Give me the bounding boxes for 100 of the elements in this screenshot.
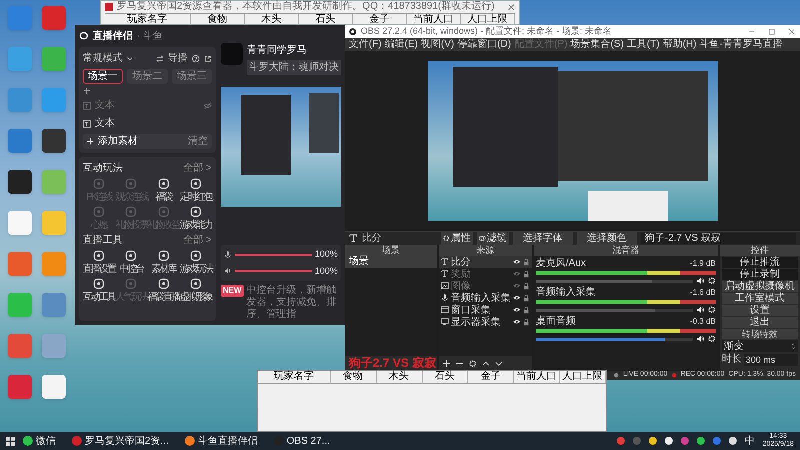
caret-icon[interactable] [127,56,133,62]
help-icon[interactable] [192,54,200,62]
move-up-icon[interactable] [482,360,490,368]
taskbar-app[interactable]: OBS 27... [274,434,338,448]
control-button[interactable]: 设置 [722,305,798,316]
feature-button[interactable]: 素材库 [148,250,180,275]
feature-button[interactable]: 直播设置 [83,250,116,275]
source-item[interactable]: 显示器采集 [451,314,511,330]
transition-dropdown[interactable]: 渐变 [722,340,798,352]
properties-button[interactable]: 属性 [441,231,473,246]
eye-icon[interactable] [513,258,521,266]
scene-tab[interactable]: 场景一 [83,69,124,84]
popout-icon[interactable] [204,54,212,62]
volume-slider[interactable] [235,254,312,256]
control-button[interactable]: 停止推流 [722,257,798,268]
eye-icon[interactable] [513,306,521,314]
see-all-link[interactable]: 全部 > [183,233,212,248]
menu-item[interactable]: 停靠窗口(D) [457,38,512,50]
window-title: OBS 27.2.4 (64-bit, windows) - 配置文件: 未命名 - 场景: 未命名 [361,24,614,38]
column-header: 人口上限 [560,371,606,383]
app-shortcut-icon[interactable] [8,170,32,194]
source-item[interactable]: 奖励 [451,266,511,282]
control-button[interactable]: 退出 [722,317,798,328]
volume-slider[interactable] [536,338,693,340]
lock-icon[interactable] [523,270,530,278]
settings-icon[interactable] [708,277,716,285]
source-item[interactable]: 图像 [451,278,511,294]
guide-button[interactable]: 导播 [168,51,188,66]
lock-icon[interactable] [523,294,530,302]
lock-icon[interactable] [523,306,530,314]
notice-text[interactable]: 中控台升级，新增触发器，支持减免、排序、管理指 [246,285,341,321]
menu-item[interactable]: 斗鱼-青青罗马直播 [700,38,784,50]
feature-button[interactable]: 定时红包 [180,178,212,203]
menu-item[interactable]: 场景集合(S) [570,38,624,50]
window-icon [441,306,449,314]
add-icon[interactable] [83,87,91,95]
start-icon[interactable] [6,436,15,446]
speaker-icon[interactable] [696,277,705,285]
menu-item[interactable]: 工具(T) [627,38,660,50]
close-icon[interactable] [788,28,796,36]
volume-reading: 100% [314,248,338,261]
scene-item[interactable]: 场景 [345,256,437,268]
taskbar-app[interactable]: 微信 [23,434,64,448]
menu-item[interactable]: 视图(V) [421,38,454,50]
settings-icon[interactable] [469,360,477,368]
control-button[interactable]: 工作室模式 [722,293,798,304]
microphone-icon[interactable] [224,250,232,259]
feature-icon [158,250,170,262]
speaker-icon[interactable] [224,267,232,276]
text-source-icon [441,258,449,266]
source-item[interactable]: 窗口采集 [451,302,511,318]
taskbar-app[interactable]: 罗马复兴帝国2资... [72,434,177,448]
feature-button[interactable]: 福袋 [148,178,180,203]
eye-icon[interactable] [513,294,521,302]
duration-field[interactable]: 300 ms [744,354,798,366]
select-font-button[interactable]: 选择字体 [513,231,573,246]
taskbar-app[interactable]: 斗鱼直播伴侣 [184,434,266,448]
add-material-button[interactable]: 添加素材 [98,134,184,149]
lock-icon[interactable] [523,258,530,266]
hidden-eye-icon[interactable] [204,102,212,110]
feature-button[interactable]: 游戏能力 [180,206,212,231]
source-item[interactable]: 音频输入采集 [451,290,511,306]
feature-icon [93,250,106,262]
see-all-link[interactable]: 全部 > [183,161,212,176]
lock-icon[interactable] [523,282,530,290]
control-button[interactable]: 停止录制 [722,269,798,280]
feature-icon [190,206,202,218]
menu-item[interactable]: 帮助(H) [662,38,697,50]
move-down-icon[interactable] [495,360,503,368]
speaker-icon[interactable] [696,335,705,343]
select-color-button[interactable]: 选择颜色 [577,231,637,246]
volume-slider[interactable] [235,270,312,272]
menu-item[interactable]: 编辑(E) [384,38,418,50]
app-shortcut-icon[interactable] [42,129,66,153]
input-method-indicator[interactable]: 中 [744,434,755,448]
control-button[interactable]: 启动虚拟摄像机 [722,281,798,292]
lock-icon[interactable] [523,318,530,326]
feature-button[interactable]: 互动工具 [83,278,116,303]
column-header: 玩家名字 [258,371,331,383]
filters-button[interactable]: 滤镜 [477,231,509,246]
feature-button[interactable]: 福袋直播 [148,278,180,303]
mode-dropdown[interactable]: 常规模式 [83,51,123,66]
volume-slider[interactable] [536,308,693,312]
feature-button[interactable]: 中控台 [115,250,148,275]
live-dot-icon [614,373,620,378]
clear-button[interactable]: 清空 [188,134,208,149]
close-icon[interactable] [508,4,515,10]
volume-slider[interactable] [536,280,693,282]
eye-icon[interactable] [513,318,521,326]
dock-title: 转场特效 [722,329,798,339]
settings-icon[interactable] [708,335,716,343]
material-item[interactable]: 文本 [95,116,212,131]
category-tag[interactable]: 斗罗大陆：魂师对决 [247,60,341,75]
feature-button[interactable]: 虚拟形象 [180,278,212,303]
settings-icon[interactable] [708,306,716,314]
feature-button[interactable]: 游戏玩法 [180,250,212,275]
menu-item[interactable]: 文件(F) [349,38,382,50]
channel-reading: -0.3 dB [690,316,716,327]
swap-icon[interactable] [156,54,164,62]
speaker-icon[interactable] [696,306,705,314]
